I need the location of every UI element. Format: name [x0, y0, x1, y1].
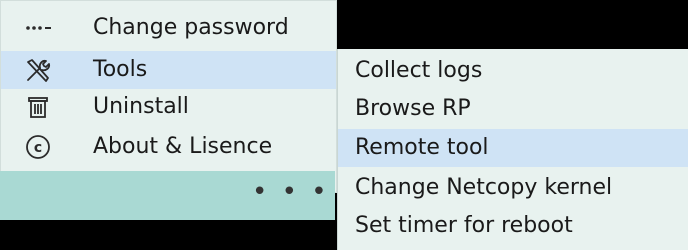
submenu-item-browse-rp[interactable]: Browse RP — [338, 90, 688, 128]
submenu-item-set-timer-reboot[interactable]: Set timer for reboot — [338, 207, 688, 245]
submenu-label-set-timer-reboot: Set timer for reboot — [355, 213, 573, 238]
trash-icon — [23, 92, 53, 122]
copyright-icon: c — [23, 132, 53, 162]
more-dots-icon[interactable]: • • • — [252, 179, 330, 205]
tools-icon — [23, 55, 53, 85]
submenu-label-remote-tool: Remote tool — [355, 135, 489, 160]
svg-text:c: c — [34, 140, 42, 156]
submenu-label-change-netcopy-kernel: Change Netcopy kernel — [355, 175, 613, 200]
submenu-item-collect-logs[interactable]: Collect logs — [338, 52, 688, 90]
submenu-label-browse-rp: Browse RP — [355, 96, 471, 121]
menu-label-tools: Tools — [93, 57, 148, 82]
menu-item-uninstall[interactable]: Uninstall — [1, 88, 336, 126]
tools-submenu: Collect logs Browse RP Remote tool Chang… — [337, 49, 688, 250]
menu-label-change-password: Change password — [93, 15, 289, 40]
password-dots-icon — [23, 13, 53, 43]
menu-item-about[interactable]: c About & Lisence — [1, 128, 336, 166]
menu-item-tools[interactable]: Tools — [1, 51, 336, 89]
menu-label-about: About & Lisence — [93, 134, 273, 159]
more-options-bar[interactable]: • • • — [0, 171, 335, 220]
submenu-item-remote-tool[interactable]: Remote tool — [338, 129, 688, 167]
submenu-item-change-netcopy-kernel[interactable]: Change Netcopy kernel — [338, 169, 688, 207]
menu-label-uninstall: Uninstall — [93, 94, 189, 119]
submenu-label-collect-logs: Collect logs — [355, 58, 483, 83]
main-menu: Change password Tools Uninstall c About … — [0, 0, 337, 193]
menu-item-change-password[interactable]: Change password — [1, 9, 336, 47]
